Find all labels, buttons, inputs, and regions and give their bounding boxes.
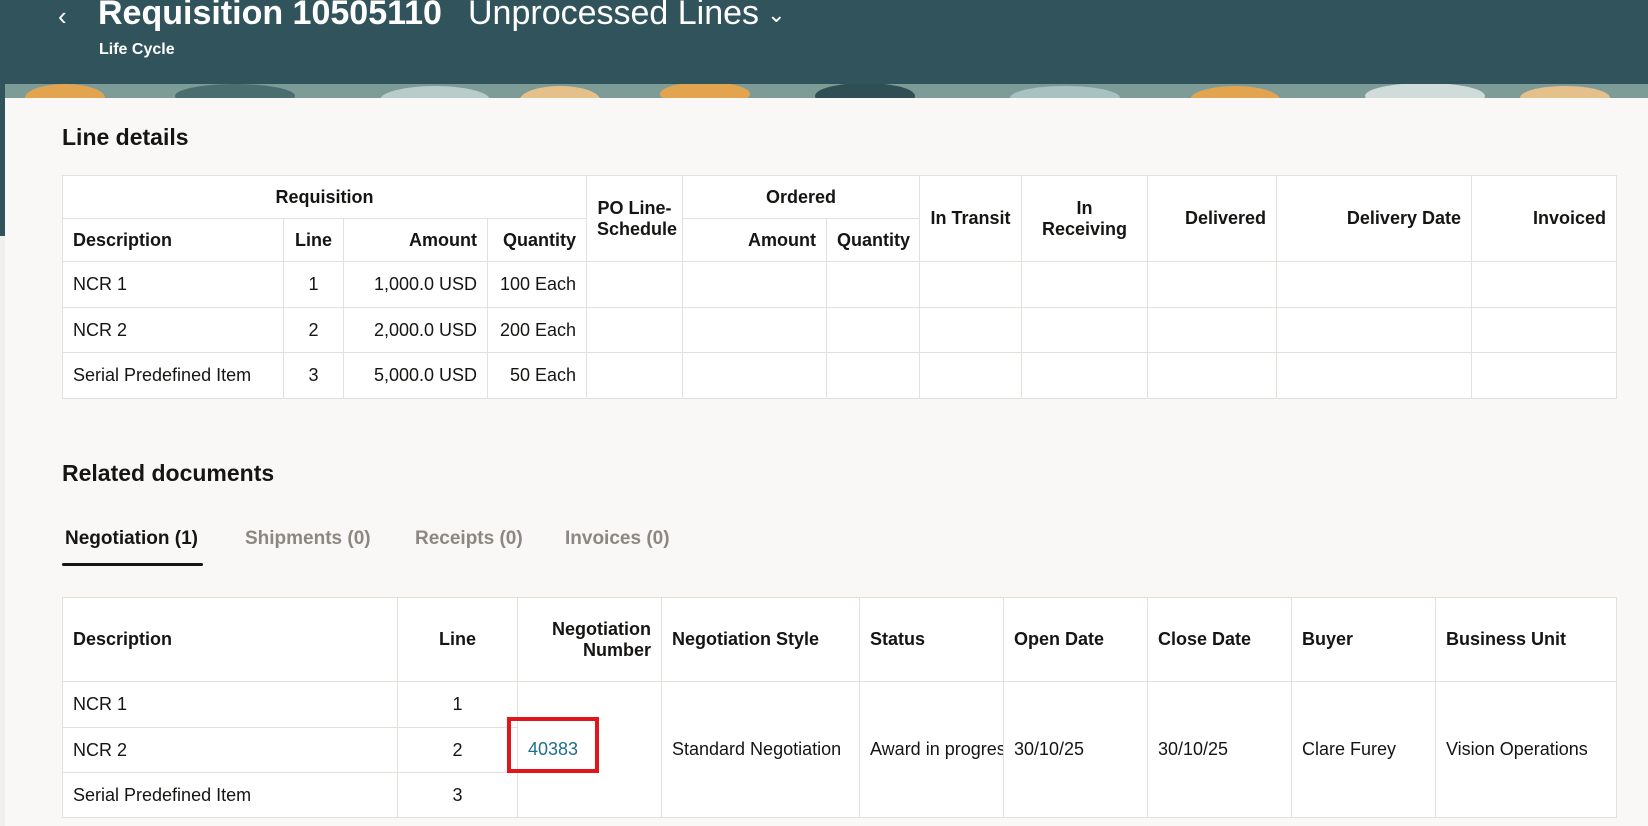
row-po-line-schedule [586, 307, 683, 353]
row-po-line-schedule [586, 352, 683, 399]
page-subtitle: Life Cycle [99, 41, 175, 58]
row-amount: 2,000.0 USD [343, 307, 488, 353]
row-in-receiving [1021, 352, 1148, 399]
quantity-header: Quantity [487, 218, 587, 262]
view-selector-label: Unprocessed Lines [468, 0, 760, 32]
amount-header: Amount [343, 218, 488, 262]
row-line: 1 [283, 261, 344, 308]
ordered-group-header: Ordered [682, 175, 920, 219]
tab-shipments[interactable]: Shipments (0) [245, 528, 371, 550]
row-description: NCR 2 [62, 727, 398, 773]
negotiation-table: Description Line Negotiation Number Nego… [62, 597, 1617, 818]
view-selector[interactable]: Unprocessed Lines ⌄ [468, 0, 786, 33]
status-header: Status [859, 597, 1004, 682]
close-date-cell: 30/10/25 [1147, 681, 1292, 818]
po-line-schedule-header: PO Line- Schedule [586, 175, 683, 262]
in-receiving-header: In Receiving [1021, 175, 1148, 262]
back-button[interactable]: ‹ [58, 2, 80, 30]
row-description: NCR 1 [62, 681, 398, 728]
page-title: Requisition 10505110 [98, 0, 442, 32]
requisition-group-header: Requisition [62, 175, 587, 219]
row-ordered-amount [682, 261, 827, 308]
line-details-title: Line details [62, 124, 189, 150]
description-header: Description [62, 597, 398, 682]
tab-receipts[interactable]: Receipts (0) [415, 528, 523, 550]
tab-invoices[interactable]: Invoices (0) [565, 528, 670, 550]
business-unit-header: Business Unit [1435, 597, 1617, 682]
row-po-line-schedule [586, 261, 683, 308]
row-delivery-date [1276, 261, 1472, 308]
row-invoiced [1471, 261, 1617, 308]
row-delivered [1147, 352, 1277, 399]
row-delivery-date [1276, 352, 1472, 399]
negotiation-number-header-1: Negotiation [552, 618, 651, 639]
row-ordered-quantity [826, 261, 920, 308]
table-row: NCR 2 2 2,000.0 USD 200 Each [62, 307, 1617, 353]
row-quantity: 200 Each [487, 307, 587, 353]
table-row: NCR 1 1 40383 Standard Negotiation Award… [62, 681, 1617, 818]
row-delivered [1147, 261, 1277, 308]
row-line: 3 [283, 352, 344, 399]
highlight-box [507, 717, 599, 773]
table-row: Serial Predefined Item 3 5,000.0 USD 50 … [62, 352, 1617, 399]
invoiced-header: Invoiced [1471, 175, 1617, 262]
row-in-transit [919, 352, 1022, 399]
negotiation-style-header: Negotiation Style [661, 597, 860, 682]
negotiation-number-header-2: Number [582, 639, 651, 660]
row-line: 2 [283, 307, 344, 353]
ordered-quantity-header: Quantity [826, 218, 920, 262]
row-amount: 1,000.0 USD [343, 261, 488, 308]
business-unit-cell: Vision Operations [1435, 681, 1617, 818]
buyer-cell: Clare Furey [1291, 681, 1436, 818]
in-transit-header: In Transit [919, 175, 1022, 262]
description-header: Description [62, 218, 284, 262]
open-date-cell: 30/10/25 [1003, 681, 1148, 818]
row-in-receiving [1021, 307, 1148, 353]
line-header: Line [283, 218, 344, 262]
row-amount: 5,000.0 USD [343, 352, 488, 399]
related-documents-title: Related documents [62, 460, 275, 486]
delivery-date-header: Delivery Date [1276, 175, 1472, 262]
negotiation-style-cell: Standard Negotiation [661, 681, 860, 818]
tab-negotiation[interactable]: Negotiation (1) [65, 528, 198, 550]
row-ordered-quantity [826, 352, 920, 399]
row-description: NCR 1 [62, 261, 284, 308]
row-quantity: 50 Each [487, 352, 587, 399]
buyer-header: Buyer [1291, 597, 1436, 682]
open-date-header: Open Date [1003, 597, 1148, 682]
row-line: 1 [397, 681, 518, 728]
row-quantity: 100 Each [487, 261, 587, 308]
active-tab-indicator [62, 563, 203, 566]
row-line: 2 [397, 727, 518, 773]
row-delivered [1147, 307, 1277, 353]
status-cell: Award in progres [859, 681, 1004, 818]
row-in-transit [919, 261, 1022, 308]
po-line-schedule-header-2: Schedule [597, 218, 678, 239]
row-in-receiving [1021, 261, 1148, 308]
row-in-transit [919, 307, 1022, 353]
chevron-left-icon: ‹ [58, 1, 67, 31]
row-line: 3 [397, 772, 518, 818]
po-line-schedule-header-1: PO Line- [597, 197, 672, 218]
ordered-amount-header: Amount [682, 218, 827, 262]
line-details-table: Requisition PO Line- Schedule Ordered In… [62, 175, 1617, 399]
row-invoiced [1471, 307, 1617, 353]
row-description: NCR 2 [62, 307, 284, 353]
delivered-header: Delivered [1147, 175, 1277, 262]
row-ordered-amount [682, 307, 827, 353]
close-date-header: Close Date [1147, 597, 1292, 682]
row-description: Serial Predefined Item [62, 772, 398, 818]
row-delivery-date [1276, 307, 1472, 353]
row-ordered-amount [682, 352, 827, 399]
chevron-down-icon: ⌄ [767, 2, 786, 28]
row-invoiced [1471, 352, 1617, 399]
row-ordered-quantity [826, 307, 920, 353]
row-description: Serial Predefined Item [62, 352, 284, 399]
line-header: Line [397, 597, 518, 682]
negotiation-number-header: Negotiation Number [517, 597, 662, 682]
table-row: NCR 1 1 1,000.0 USD 100 Each [62, 261, 1617, 308]
